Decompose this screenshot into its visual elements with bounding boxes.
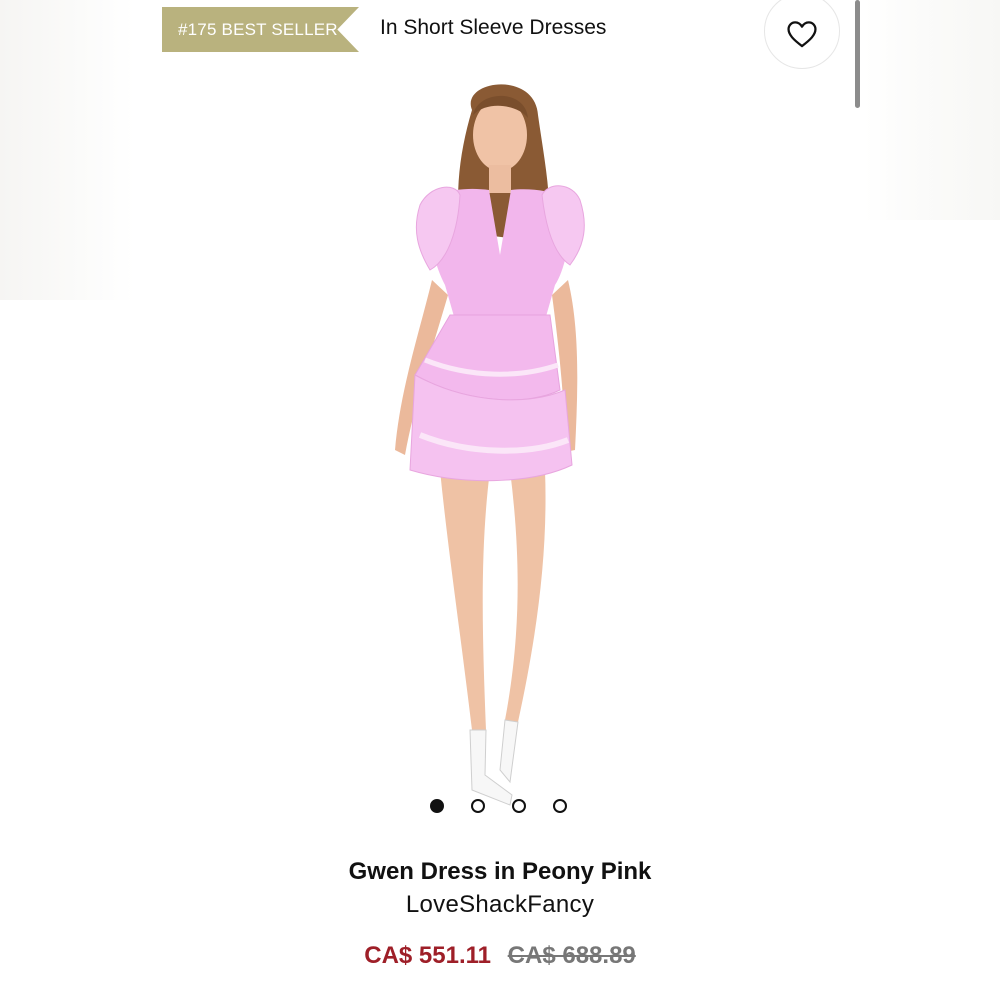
original-price: CA$ 688.89 [507,942,636,969]
background-left-panel [0,0,135,300]
product-page: #175 BEST SELLER In Short Sleeve Dresses [0,0,1000,1000]
carousel-dot-2[interactable] [471,799,485,813]
category-link[interactable]: In Short Sleeve Dresses [380,16,606,40]
price-block: CA$ 551.11 CA$ 688.89 [0,942,1000,970]
heart-icon [787,21,817,48]
carousel-dot-4[interactable] [553,799,567,813]
best-seller-label: #175 BEST SELLER [178,19,338,39]
scrollbar[interactable] [855,0,860,108]
product-title: Gwen Dress in Peony Pink [348,858,652,885]
wishlist-button[interactable] [764,0,840,69]
product-image[interactable] [360,70,640,820]
sale-price: CA$ 551.11 [364,942,491,969]
carousel-indicators [430,798,570,814]
carousel-dot-1[interactable] [430,799,444,813]
carousel-dot-3[interactable] [512,799,526,813]
best-seller-badge: #175 BEST SELLER [162,7,359,52]
brand-link[interactable]: LoveShackFancy [0,891,1000,919]
background-right-panel [864,0,1000,220]
model-figure [395,84,585,806]
